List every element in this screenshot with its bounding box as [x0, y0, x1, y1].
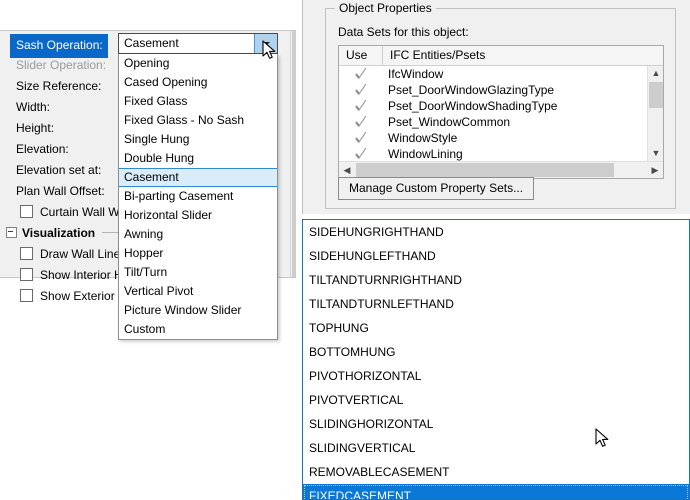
- property-row-elevation[interactable]: Elevation:: [16, 139, 69, 160]
- property-row-height[interactable]: Height:: [16, 118, 54, 139]
- table-cell-entity-name: WindowStyle: [388, 131, 458, 145]
- property-label-height: Height:: [16, 121, 55, 135]
- chevron-down-icon: [262, 41, 270, 46]
- table-row[interactable]: Pset_DoorWindowShadingType: [339, 98, 647, 114]
- datasets-label: Data Sets for this object:: [338, 25, 469, 39]
- left-panel-scrollbar-thumb[interactable]: [292, 31, 296, 277]
- checkbox-show-exterior-hinge[interactable]: [20, 289, 33, 303]
- table-cell-entity-name: IfcWindow: [388, 67, 444, 81]
- property-label-plan-wall-offset: Plan Wall Offset:: [16, 184, 105, 198]
- list-item[interactable]: TILTANDTURNLEFTHAND: [303, 292, 689, 316]
- checkbox-label-draw-wall-lines: Draw Wall Lines: [40, 247, 127, 261]
- checkbox-curtain-wall-window[interactable]: [20, 205, 33, 219]
- property-label-elevation: Elevation:: [16, 142, 69, 156]
- chevron-down-icon[interactable]: ▼: [648, 146, 664, 161]
- check-mark-icon[interactable]: [354, 82, 368, 98]
- dropdown-item[interactable]: Vertical Pivot: [119, 282, 277, 301]
- left-panel-scrollbar[interactable]: [290, 31, 296, 277]
- object-properties-panel: Object Properties Data Sets for this obj…: [302, 0, 690, 214]
- horizontal-scrollbar-thumb[interactable]: [356, 163, 614, 177]
- dropdown-item[interactable]: Cased Opening: [119, 73, 277, 92]
- property-row-width[interactable]: Width:: [16, 97, 50, 118]
- list-item[interactable]: REMOVABLECASEMENT: [303, 460, 689, 484]
- property-label-size-reference: Size Reference:: [16, 79, 102, 93]
- list-item[interactable]: SLIDINGHORIZONTAL: [303, 412, 689, 436]
- chevron-left-icon[interactable]: ◀: [339, 162, 355, 178]
- dropdown-item[interactable]: Tilt/Turn: [119, 263, 277, 282]
- groupbox-title: Object Properties: [335, 1, 436, 15]
- table-cell-entity-name: Pset_DoorWindowGlazingType: [388, 83, 555, 97]
- section-label-visualization: Visualization: [22, 226, 96, 240]
- chevron-up-icon[interactable]: ▲: [648, 66, 664, 81]
- column-header-use[interactable]: Use: [339, 46, 383, 65]
- property-row-slider-operation[interactable]: Slider Operation:: [16, 55, 106, 76]
- ifc-table-vertical-scrollbar[interactable]: ▲ ▼: [647, 66, 663, 161]
- column-header-ifc-entities[interactable]: IFC Entities/Psets: [383, 46, 663, 65]
- list-item[interactable]: PIVOTHORIZONTAL: [303, 364, 689, 388]
- check-mark-icon[interactable]: [354, 98, 368, 114]
- ifc-table-horizontal-scrollbar[interactable]: ◀ ▶: [339, 161, 663, 178]
- property-row-size-reference[interactable]: Size Reference:: [16, 76, 101, 97]
- property-row-elevation-set-at[interactable]: Elevation set at:: [16, 160, 101, 181]
- table-row[interactable]: IfcWindow: [339, 66, 647, 82]
- check-mark-icon[interactable]: [354, 130, 368, 146]
- check-mark-icon[interactable]: [354, 114, 368, 130]
- table-cell-entity-name: Pset_WindowCommon: [388, 115, 511, 129]
- sash-operation-dropdown-list[interactable]: Opening Cased Opening Fixed Glass Fixed …: [118, 54, 278, 340]
- table-cell-entity-name: WindowLining: [388, 147, 463, 161]
- list-item[interactable]: TOPHUNG: [303, 316, 689, 340]
- collapse-expander-icon[interactable]: [6, 227, 17, 239]
- table-cell-entity-name: Pset_DoorWindowShadingType: [388, 99, 558, 113]
- list-item[interactable]: BOTTOMHUNG: [303, 340, 689, 364]
- dropdown-item[interactable]: Picture Window Slider: [119, 301, 277, 320]
- sash-operation-combobox-value: Casement: [124, 36, 179, 50]
- check-mark-icon[interactable]: [354, 66, 368, 82]
- table-row[interactable]: Pset_WindowCommon: [339, 114, 647, 130]
- dropdown-item[interactable]: Hopper: [119, 244, 277, 263]
- check-mark-icon[interactable]: [354, 146, 368, 161]
- property-label-slider-operation: Slider Operation:: [16, 58, 107, 72]
- dropdown-item[interactable]: Bi-parting Casement: [119, 187, 277, 206]
- dropdown-item[interactable]: Opening: [119, 54, 277, 73]
- list-item[interactable]: SLIDINGVERTICAL: [303, 436, 689, 460]
- combobox-dropdown-button[interactable]: [254, 34, 277, 53]
- list-item[interactable]: SIDEHUNGRIGHTHAND: [303, 220, 689, 244]
- dropdown-item[interactable]: Double Hung: [119, 149, 277, 168]
- list-item-selected[interactable]: FIXEDCASEMENT: [303, 484, 689, 499]
- checkbox-show-interior-hinge[interactable]: [20, 268, 33, 282]
- dropdown-item[interactable]: Fixed Glass - No Sash: [119, 111, 277, 130]
- property-row-plan-wall-offset[interactable]: Plan Wall Offset:: [16, 181, 105, 202]
- ifc-table-body: IfcWindow Pset_DoorWindowGlazingType Pse…: [339, 66, 647, 161]
- ifc-table-header: Use IFC Entities/Psets: [339, 46, 663, 66]
- dropdown-item[interactable]: Single Hung: [119, 130, 277, 149]
- checkbox-draw-wall-lines[interactable]: [20, 247, 33, 261]
- object-properties-groupbox: Object Properties Data Sets for this obj…: [325, 1, 676, 209]
- operation-type-listbox[interactable]: SIDEHUNGRIGHTHAND SIDEHUNGLEFTHAND TILTA…: [302, 219, 690, 500]
- table-row[interactable]: WindowLining: [339, 146, 647, 161]
- sash-operation-combobox[interactable]: Casement: [118, 33, 278, 54]
- ifc-entities-table[interactable]: Use IFC Entities/Psets IfcWindow Pset_Do…: [338, 45, 664, 179]
- property-label-elevation-set-at: Elevation set at:: [16, 163, 102, 177]
- dropdown-item[interactable]: Fixed Glass: [119, 92, 277, 111]
- property-row-sash-operation[interactable]: Sash Operation:: [10, 34, 108, 58]
- list-item[interactable]: PIVOTVERTICAL: [303, 388, 689, 412]
- list-item[interactable]: SIDEHUNGLEFTHAND: [303, 244, 689, 268]
- checkbox-row-draw-wall-lines[interactable]: Draw Wall Lines: [20, 244, 126, 265]
- dropdown-item[interactable]: Custom: [119, 320, 277, 339]
- manage-custom-property-sets-button[interactable]: Manage Custom Property Sets...: [338, 177, 535, 200]
- chevron-right-icon[interactable]: ▶: [647, 162, 663, 178]
- dropdown-item[interactable]: Horizontal Slider: [119, 206, 277, 225]
- table-row[interactable]: Pset_DoorWindowGlazingType: [339, 82, 647, 98]
- table-row[interactable]: WindowStyle: [339, 130, 647, 146]
- vertical-scrollbar-thumb[interactable]: [649, 82, 663, 108]
- dropdown-item[interactable]: Awning: [119, 225, 277, 244]
- property-label-width: Width:: [16, 100, 51, 114]
- dropdown-item-selected[interactable]: Casement: [119, 168, 277, 187]
- list-item[interactable]: TILTANDTURNRIGHTHAND: [303, 268, 689, 292]
